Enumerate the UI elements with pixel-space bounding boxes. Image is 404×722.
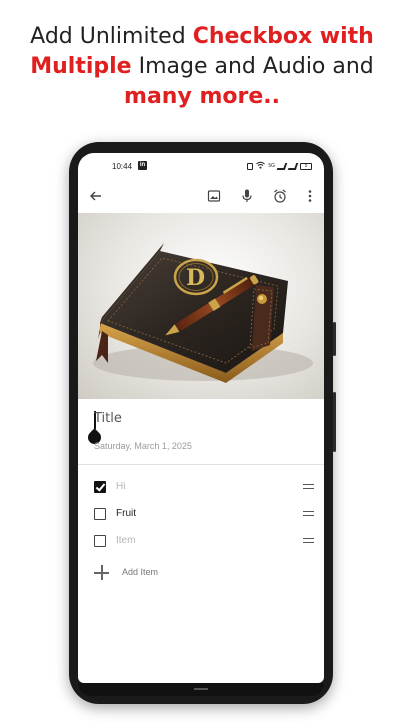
headline-accent: Multiple — [30, 54, 132, 79]
checkbox-checked[interactable] — [94, 481, 106, 493]
headline-text: Add Unlimited — [30, 24, 193, 49]
drag-handle-icon[interactable] — [303, 511, 314, 516]
system-nav-bar — [78, 683, 324, 696]
wifi-icon — [256, 161, 266, 171]
leather-notebook-illustration: D — [93, 243, 313, 383]
add-item-label: Add Item — [122, 567, 159, 577]
plus-icon — [94, 565, 109, 580]
alarm-clock-icon[interactable] — [272, 188, 288, 204]
checklist-item-label[interactable]: Fruit — [116, 508, 136, 519]
drag-handle-icon[interactable] — [303, 484, 314, 489]
headline-accent: Checkbox with — [192, 24, 374, 49]
signal-icon — [287, 162, 299, 170]
more-vertical-icon[interactable] — [302, 188, 318, 204]
home-indicator[interactable] — [194, 688, 208, 690]
checkbox[interactable] — [94, 535, 106, 547]
vibrate-icon — [247, 162, 254, 170]
promo-headline: Add Unlimited Checkbox with Multiple Ima… — [0, 22, 404, 112]
checklist-item-input[interactable]: Item — [116, 535, 135, 546]
note-date: Saturday, March 1, 2025 — [94, 441, 192, 451]
network-icon: 5G — [268, 162, 275, 169]
checklist-item[interactable]: Hi — [78, 475, 324, 501]
checklist-item-label[interactable]: Hi — [116, 481, 125, 492]
status-time: 10:44 — [112, 162, 133, 171]
cover-emblem: D — [186, 265, 205, 291]
linkedin-icon: in — [138, 161, 147, 170]
microphone-icon[interactable] — [239, 188, 255, 204]
note-cover-image[interactable]: D — [78, 213, 324, 399]
image-icon[interactable] — [206, 188, 222, 204]
battery-icon: 5 — [300, 162, 312, 170]
add-item-button[interactable]: Add Item — [78, 561, 324, 587]
power-button — [333, 392, 336, 452]
checkbox[interactable] — [94, 508, 106, 520]
note-title-input[interactable]: Title — [94, 411, 304, 433]
drag-handle-icon[interactable] — [303, 538, 314, 543]
phone-frame: 10:44 in 5G 5 D Title Saturday, March 1,… — [69, 142, 336, 704]
phone-screen: 10:44 in 5G 5 D Title Saturday, March 1,… — [78, 153, 324, 683]
headline-accent: many more.. — [124, 84, 280, 109]
divider — [78, 464, 324, 465]
volume-button — [333, 322, 336, 356]
checklist-item[interactable]: Item — [78, 529, 324, 555]
note-toolbar — [78, 181, 324, 211]
status-icons: 5G 5 — [247, 161, 312, 171]
status-bar: 10:44 in 5G 5 — [78, 153, 324, 179]
promo-screen: Add Unlimited Checkbox with Multiple Ima… — [0, 0, 404, 722]
signal-icon — [276, 162, 288, 170]
checklist-item[interactable]: Fruit — [78, 502, 324, 528]
back-arrow-icon[interactable] — [88, 188, 104, 204]
headline-text: Image and Audio and — [131, 54, 374, 79]
